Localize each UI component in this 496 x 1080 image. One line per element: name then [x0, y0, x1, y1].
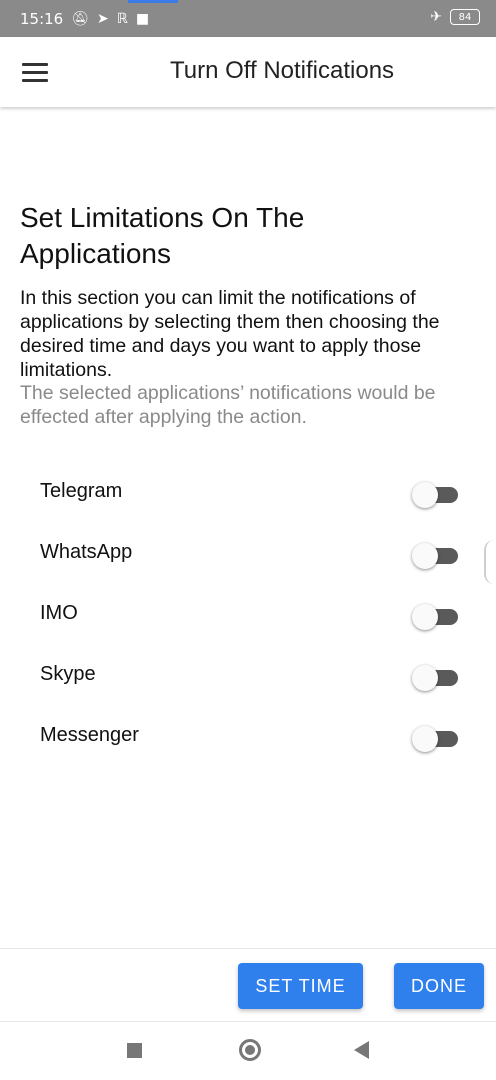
- status-time: 15:16: [20, 9, 64, 28]
- video-camera-icon: ■: [135, 10, 150, 27]
- toggle-thumb: [412, 665, 438, 691]
- app-label: Messenger: [40, 724, 139, 746]
- back-icon[interactable]: [354, 1041, 369, 1059]
- telegram-icon: ➤: [97, 10, 109, 27]
- app-label: WhatsApp: [40, 541, 133, 563]
- page-title: Turn Off Notifications: [169, 57, 395, 84]
- app-row-imo: IMO: [0, 590, 496, 640]
- messenger-toggle[interactable]: [412, 725, 460, 752]
- app-label: Skype: [40, 663, 96, 685]
- skype-toggle[interactable]: [412, 664, 460, 691]
- battery-icon: 84: [450, 9, 480, 25]
- app-row-messenger: Messenger: [0, 712, 496, 762]
- edge-panel-handle[interactable]: [484, 540, 496, 584]
- telegram-toggle[interactable]: [412, 481, 460, 508]
- app-label: IMO: [40, 602, 78, 624]
- section-title: Set Limitations On The Applications: [20, 202, 305, 269]
- toggle-thumb: [412, 604, 438, 630]
- imo-toggle[interactable]: [412, 603, 460, 630]
- system-nav-bar: [0, 1022, 496, 1080]
- actions-divider: [0, 948, 496, 949]
- section-note: The selected applications’ notifications…: [20, 382, 436, 428]
- app-row-skype: Skype: [0, 651, 496, 701]
- app-row-whatsapp: WhatsApp: [0, 529, 496, 579]
- battery-level: 84: [458, 11, 472, 23]
- airplane-mode-icon: ✈: [430, 9, 442, 25]
- done-button[interactable]: DONE: [394, 963, 484, 1009]
- status-bar: 15:16 🔕︎ ➤ ℝ ■ ✈ 84: [0, 0, 496, 37]
- app-row-telegram: Telegram: [0, 468, 496, 518]
- muted-notification-icon: 🔕︎: [71, 10, 90, 27]
- set-time-button[interactable]: SET TIME: [238, 963, 363, 1009]
- app-toolbar: Turn Off Notifications: [0, 37, 496, 107]
- recents-icon[interactable]: [127, 1043, 142, 1058]
- toggle-thumb: [412, 482, 438, 508]
- app-label: Telegram: [40, 480, 123, 502]
- toggle-thumb: [412, 543, 438, 569]
- r-app-icon: ℝ: [116, 10, 128, 27]
- status-bar-accent: [128, 0, 178, 3]
- whatsapp-toggle[interactable]: [412, 542, 460, 569]
- home-icon[interactable]: [239, 1039, 261, 1061]
- toggle-thumb: [412, 726, 438, 752]
- section-description: In this section you can limit the notifi…: [20, 287, 440, 381]
